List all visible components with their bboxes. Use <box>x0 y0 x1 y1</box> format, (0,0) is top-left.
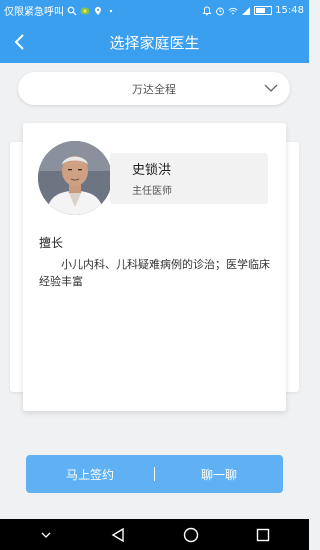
app-header: 选择家庭医生 <box>0 21 309 63</box>
app-notification-icon <box>80 7 90 14</box>
page-title: 选择家庭医生 <box>109 33 200 52</box>
chat-button[interactable]: 聊一聊 <box>155 455 283 493</box>
doctor-card[interactable]: 史锁洪 主任医师 擅长 小儿内科、儿科疑难病例的诊治；医学临床经验丰富 <box>23 123 286 411</box>
carrier-text: 仅限紧急呼叫 <box>4 7 64 18</box>
system-nav-bar <box>0 519 309 550</box>
more-dots-icon <box>109 9 113 12</box>
square-recents-icon <box>256 528 270 541</box>
doctor-avatar <box>38 141 112 215</box>
doctor-name-box: 史锁洪 主任医师 <box>110 153 268 204</box>
doctor-name: 史锁洪 <box>132 163 172 178</box>
bell-icon <box>202 6 212 15</box>
status-right: 15:48 <box>202 5 304 16</box>
nav-home-button[interactable] <box>176 519 206 550</box>
triangle-back-icon <box>112 527 125 542</box>
action-bar: 马上签约 聊一聊 <box>26 455 283 493</box>
back-button[interactable] <box>8 30 30 54</box>
expertise-label: 擅长 <box>39 236 64 250</box>
package-dropdown-value: 万达全程 <box>132 82 176 96</box>
search-icon <box>67 6 77 15</box>
chevron-down-icon <box>264 84 278 92</box>
doctor-photo <box>38 141 112 215</box>
nav-recents-button[interactable] <box>248 519 278 550</box>
battery-icon <box>254 6 273 15</box>
package-dropdown[interactable]: 万达全程 <box>18 72 290 105</box>
status-bar: 仅限紧急呼叫 15:48 <box>0 0 309 21</box>
chevron-down-icon <box>41 532 51 538</box>
sign-now-button[interactable]: 马上签约 <box>26 455 154 493</box>
location-icon <box>95 6 101 15</box>
doctor-title: 主任医师 <box>132 186 172 197</box>
alarm-icon <box>216 7 225 15</box>
expertise-text: 小儿内科、儿科疑难病例的诊治；医学临床经验丰富 <box>39 258 270 288</box>
status-left: 仅限紧急呼叫 <box>4 3 116 18</box>
clock: 15:48 <box>275 5 304 16</box>
wifi-icon <box>228 7 238 14</box>
circle-home-icon <box>183 527 198 542</box>
nav-back-button[interactable] <box>103 519 133 550</box>
chevron-left-icon <box>14 34 24 50</box>
nav-collapse-button[interactable] <box>31 519 61 550</box>
signal-icon <box>242 6 251 15</box>
